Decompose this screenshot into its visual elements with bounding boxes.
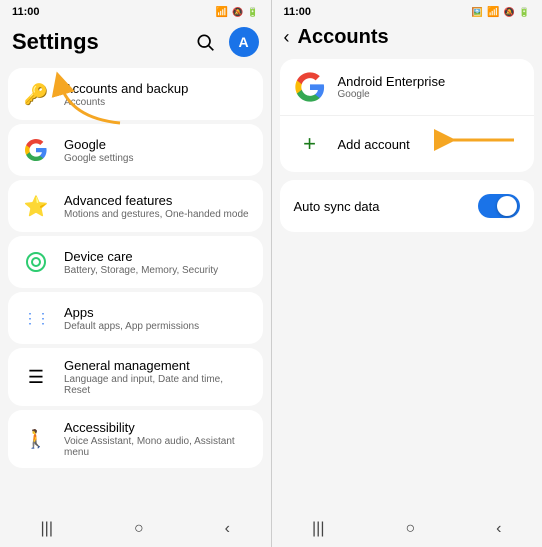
sidebar-item-device-care[interactable]: Device care Battery, Storage, Memory, Se… <box>8 236 263 288</box>
accessibility-subtitle: Voice Assistant, Mono audio, Assistant m… <box>64 436 251 458</box>
general-title: General management <box>64 358 251 373</box>
left-panel: 11:00 📶 🔕 🔋 Settings A 🔑 Accounts and ba… <box>0 0 271 547</box>
left-page-title: Settings <box>12 29 99 55</box>
accounts-backup-text: Accounts and backup Accounts <box>64 81 188 108</box>
sidebar-item-accessibility[interactable]: 🚶 Accessibility Voice Assistant, Mono au… <box>8 410 263 468</box>
accounts-backup-subtitle: Accounts <box>64 97 188 108</box>
search-icon <box>195 32 215 52</box>
enterprise-name: Android Enterprise <box>338 74 446 89</box>
sidebar-item-advanced[interactable]: ⭐ Advanced features Motions and gestures… <box>8 180 263 232</box>
accessibility-icon: 🚶 <box>20 423 52 455</box>
left-nav-menu[interactable]: ||| <box>41 520 53 538</box>
account-item-enterprise[interactable]: Android Enterprise Google <box>280 59 535 116</box>
device-care-icon <box>20 246 52 278</box>
google-title: Google <box>64 137 134 152</box>
avatar[interactable]: A <box>229 27 259 57</box>
toggle-knob <box>497 196 517 216</box>
left-nav-home[interactable]: ○ <box>134 520 144 538</box>
sidebar-item-apps[interactable]: ⋮⋮ Apps Default apps, App permissions <box>8 292 263 344</box>
enterprise-account-text: Android Enterprise Google <box>338 74 446 100</box>
search-button[interactable] <box>189 26 221 58</box>
right-time: 11:00 <box>284 6 312 18</box>
right-status-icons: 🖼️ 📶 🔕 🔋 <box>472 7 530 18</box>
google-icon <box>20 134 52 166</box>
sync-row[interactable]: Auto sync data <box>280 180 535 232</box>
advanced-subtitle: Motions and gestures, One-handed mode <box>64 209 249 220</box>
sidebar-item-google[interactable]: Google Google settings <box>8 124 263 176</box>
left-time: 11:00 <box>12 6 40 18</box>
device-care-text: Device care Battery, Storage, Memory, Se… <box>64 249 218 276</box>
apps-icon: ⋮⋮ <box>20 302 52 334</box>
add-icon: + <box>294 128 326 160</box>
right-panel: 11:00 🖼️ 📶 🔕 🔋 ‹ Accounts Android <box>272 0 542 547</box>
google-text: Google Google settings <box>64 137 134 164</box>
general-text: General management Language and input, D… <box>64 358 251 396</box>
left-status-bar: 11:00 📶 🔕 🔋 <box>0 0 271 20</box>
settings-list: 🔑 Accounts and backup Accounts Google Go… <box>0 68 271 468</box>
device-care-title: Device care <box>64 249 218 264</box>
key-icon: 🔑 <box>20 78 52 110</box>
device-care-subtitle: Battery, Storage, Memory, Security <box>64 265 218 276</box>
add-account-label: Add account <box>338 137 410 152</box>
sidebar-item-accounts-backup[interactable]: 🔑 Accounts and backup Accounts <box>8 68 263 120</box>
right-image-icon: 🖼️ <box>472 7 483 18</box>
accessibility-title: Accessibility <box>64 420 251 435</box>
enterprise-google-icon <box>294 71 326 103</box>
right-nav-home[interactable]: ○ <box>405 520 415 538</box>
right-battery-icon: 🔋 <box>519 7 530 18</box>
left-nav-bar: ||| ○ ‹ <box>0 511 271 547</box>
advanced-icon: ⭐ <box>20 190 52 222</box>
sync-toggle[interactable] <box>478 194 520 218</box>
back-button[interactable]: ‹ <box>284 27 290 48</box>
accessibility-text: Accessibility Voice Assistant, Mono audi… <box>64 420 251 458</box>
advanced-title: Advanced features <box>64 193 249 208</box>
left-status-icons: 📶 🔕 🔋 <box>216 7 259 18</box>
general-subtitle: Language and input, Date and time, Reset <box>64 374 251 396</box>
right-nav-back[interactable]: ‹ <box>496 520 501 538</box>
wifi-icon: 📶 <box>216 7 228 18</box>
apps-text: Apps Default apps, App permissions <box>64 305 199 332</box>
battery-icon: 🔋 <box>247 7 258 18</box>
right-nav-menu[interactable]: ||| <box>312 520 324 538</box>
google-subtitle: Google settings <box>64 153 134 164</box>
left-nav-back[interactable]: ‹ <box>225 520 230 538</box>
add-account-item[interactable]: + Add account <box>280 116 535 172</box>
sidebar-item-general[interactable]: ☰ General management Language and input,… <box>8 348 263 406</box>
right-page-title: Accounts <box>298 26 389 49</box>
apps-subtitle: Default apps, App permissions <box>64 321 199 332</box>
right-title-bar: ‹ Accounts <box>272 20 542 59</box>
sync-label: Auto sync data <box>294 199 380 214</box>
enterprise-type: Google <box>338 89 446 100</box>
advanced-text: Advanced features Motions and gestures, … <box>64 193 249 220</box>
accounts-section: Android Enterprise Google + Add account <box>280 59 535 172</box>
apps-title: Apps <box>64 305 199 320</box>
signal-icon: 🔕 <box>232 7 243 18</box>
right-signal-icon: 🔕 <box>504 7 515 18</box>
right-nav-bar: ||| ○ ‹ <box>272 511 542 547</box>
left-header-icons: A <box>189 26 259 58</box>
general-icon: ☰ <box>20 361 52 393</box>
right-status-bar: 11:00 🖼️ 📶 🔕 🔋 <box>272 0 542 20</box>
accounts-backup-title: Accounts and backup <box>64 81 188 96</box>
right-wifi-icon: 📶 <box>487 7 499 18</box>
left-header: Settings A <box>0 20 271 68</box>
